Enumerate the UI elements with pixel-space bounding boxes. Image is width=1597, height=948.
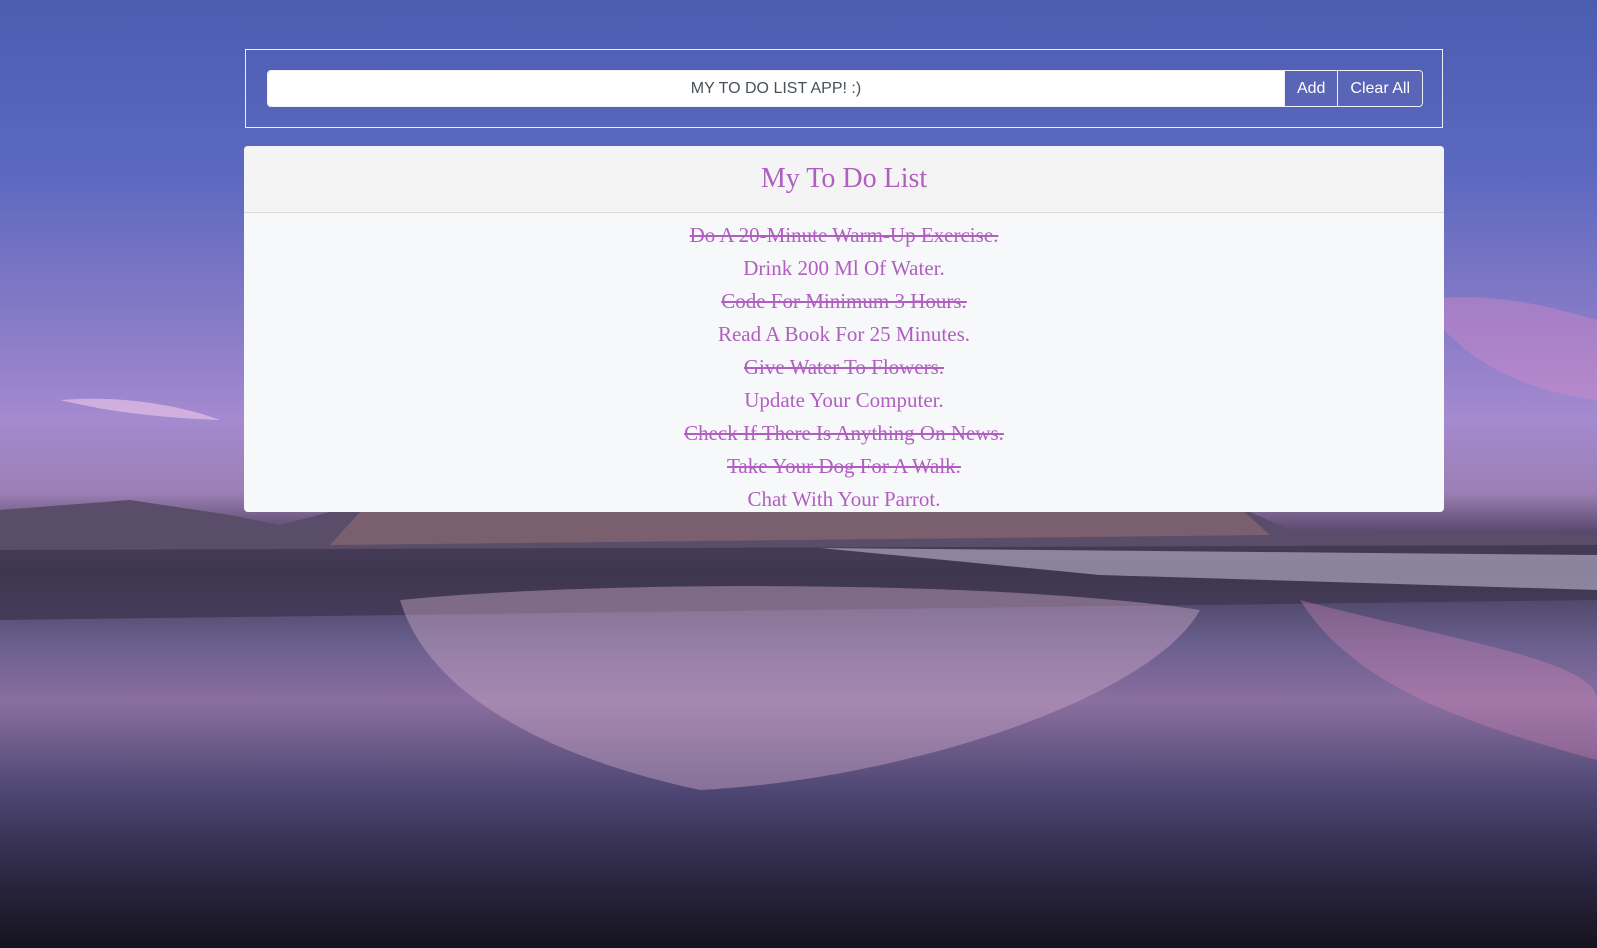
todo-item[interactable]: Drink 200 Ml Of Water. (244, 252, 1444, 285)
todo-item[interactable]: Read A Book For 25 Minutes. (244, 318, 1444, 351)
list-title: My To Do List (760, 163, 928, 194)
todo-item[interactable]: Check If There Is Anything On News. (244, 417, 1444, 450)
card-header: My To Do List (244, 146, 1444, 213)
todo-item[interactable]: Give Water To Flowers. (244, 351, 1444, 384)
todo-list: Do A 20-Minute Warm-Up Exercise. Drink 2… (244, 213, 1444, 512)
input-group: Add Clear All (267, 70, 1423, 107)
todo-item[interactable]: Update Your Computer. (244, 384, 1444, 417)
todo-input[interactable] (268, 71, 1284, 106)
todo-item[interactable]: Do A 20-Minute Warm-Up Exercise. (244, 219, 1444, 252)
todo-item[interactable]: Chat With Your Parrot. (244, 483, 1444, 512)
todo-item[interactable]: Code For Minimum 3 Hours. (244, 285, 1444, 318)
add-button[interactable]: Add (1283, 71, 1338, 106)
todo-list-card: My To Do List Do A 20-Minute Warm-Up Exe… (244, 146, 1444, 512)
clear-all-button[interactable]: Clear All (1337, 71, 1422, 106)
add-todo-bar: Add Clear All (245, 49, 1443, 128)
todo-item[interactable]: Take Your Dog For A Walk. (244, 450, 1444, 483)
